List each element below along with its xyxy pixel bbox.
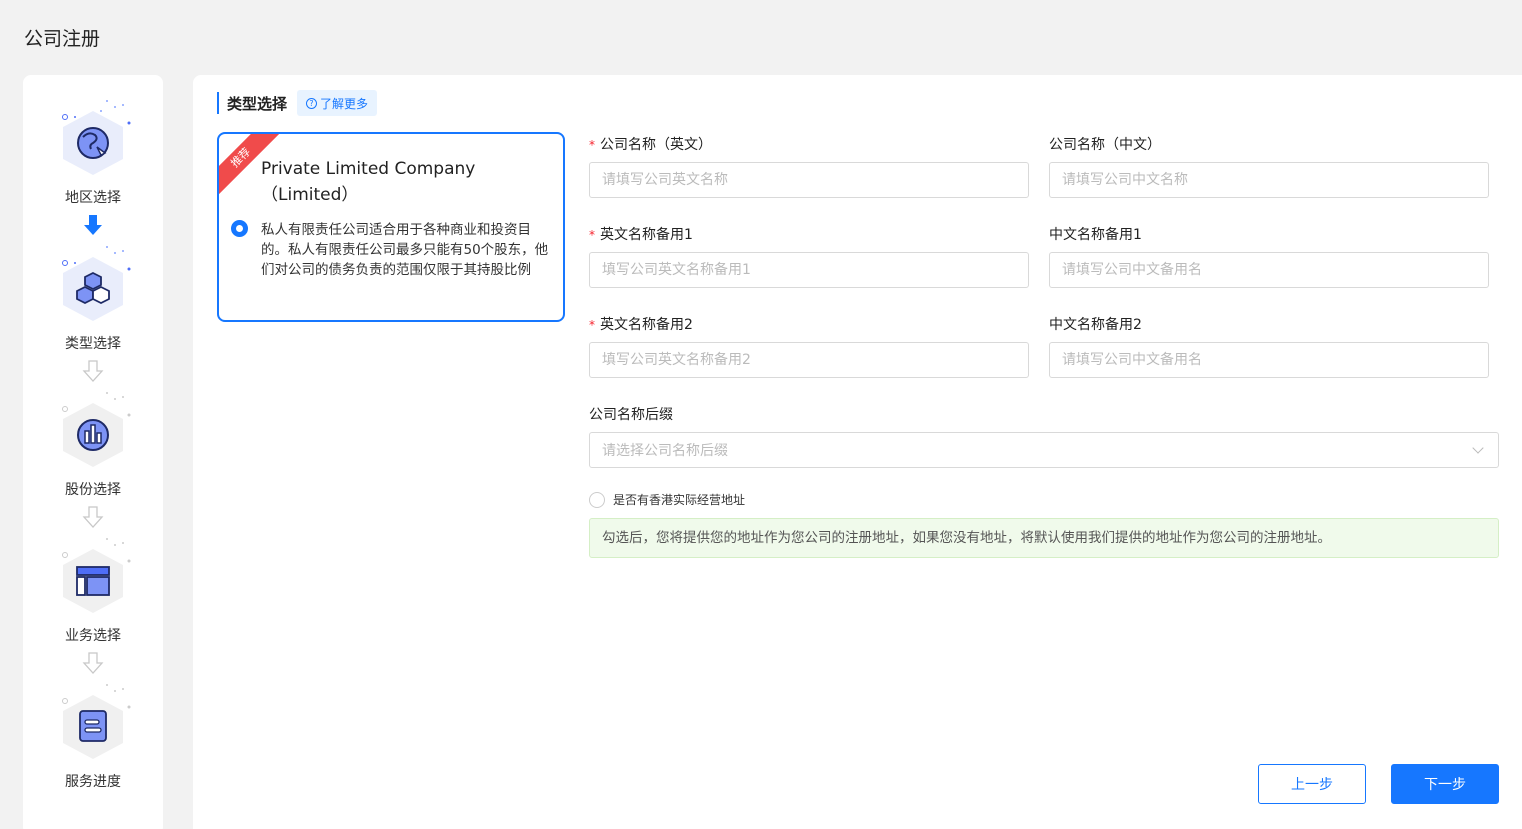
cn-alt1-input[interactable] <box>1049 252 1489 288</box>
company-type-description: 私人有限责任公司适合用于各种商业和投资目的。私人有限责任公司最多只能有50个股东… <box>261 222 549 278</box>
step-label-business: 业务选择 <box>65 628 121 644</box>
cn-alt1-label: 中文名称备用1 <box>1049 227 1142 243</box>
cn-name-input[interactable] <box>1049 162 1489 198</box>
page-title: 公司注册 <box>24 28 101 50</box>
cn-alt2-label: 中文名称备用2 <box>1049 317 1142 333</box>
step-sidebar: 地区选择 类型选择 股份选择 业务选择 服务进度 <box>23 75 163 829</box>
learn-more-button[interactable]: ? 了解更多 <box>297 90 378 116</box>
step-progress[interactable]: 服务进度 <box>23 681 163 791</box>
suffix-placeholder: 请选择公司名称后缀 <box>602 443 728 459</box>
en-name-label-text: 公司名称（英文） <box>600 137 712 153</box>
hk-address-label: 是否有香港实际经营地址 <box>613 493 746 507</box>
en-alt1-input[interactable] <box>589 252 1029 288</box>
required-mark: * <box>589 228 595 242</box>
address-notice: 勾选后，您将提供您的地址作为您公司的注册地址，如果您没有地址，将默认使用我们提供… <box>589 518 1499 558</box>
arrow-down-active-icon <box>84 215 102 235</box>
company-type-title-line1: Private Limited Company <box>261 159 476 179</box>
cn-alt2-input[interactable] <box>1049 342 1489 378</box>
question-icon: ? <box>306 97 318 109</box>
document-icon <box>53 681 133 767</box>
main-panel: 类型选择 ? 了解更多 推荐 Private Limited Company （… <box>193 75 1522 829</box>
en-alt2-label-text: 英文名称备用2 <box>600 317 693 333</box>
next-step-button[interactable]: 下一步 <box>1391 764 1499 804</box>
en-name-input[interactable] <box>589 162 1029 198</box>
en-alt1-label: * 英文名称备用1 <box>589 224 693 244</box>
hk-address-option[interactable]: 是否有香港实际经营地址 <box>589 491 745 508</box>
en-alt2-label: * 英文名称备用2 <box>589 314 693 334</box>
bar-chart-icon <box>53 389 133 475</box>
step-label-region: 地区选择 <box>65 190 121 206</box>
arrow-down-icon <box>82 360 104 382</box>
company-type-title: Private Limited Company （Limited） <box>261 156 475 208</box>
section-title: 类型选择 <box>227 94 288 113</box>
step-region[interactable]: 地区选择 <box>23 97 163 207</box>
hk-address-radio[interactable] <box>589 491 605 508</box>
step-type[interactable]: 类型选择 <box>23 243 163 353</box>
step-label-progress: 服务进度 <box>65 774 121 790</box>
company-type-radio[interactable] <box>231 220 248 237</box>
company-type-card[interactable]: 推荐 Private Limited Company （Limited） 私人有… <box>217 132 565 322</box>
chevron-down-icon <box>1472 442 1484 454</box>
arrow-down-icon <box>82 506 104 528</box>
en-name-label: * 公司名称（英文） <box>589 134 712 154</box>
step-label-shares: 股份选择 <box>65 482 121 498</box>
globe-icon <box>53 97 133 183</box>
suffix-select[interactable]: 请选择公司名称后缀 <box>589 432 1499 468</box>
step-business[interactable]: 业务选择 <box>23 535 163 645</box>
en-alt1-label-text: 英文名称备用1 <box>600 227 693 243</box>
required-mark: * <box>589 318 595 332</box>
suffix-label: 公司名称后缀 <box>589 407 673 423</box>
step-label-type: 类型选择 <box>65 336 121 352</box>
arrow-down-icon <box>82 652 104 674</box>
required-mark: * <box>589 138 595 152</box>
section-header: 类型选择 ? 了解更多 <box>217 90 378 116</box>
layout-icon <box>53 535 133 621</box>
en-alt2-input[interactable] <box>589 342 1029 378</box>
cn-name-label: 公司名称（中文） <box>1049 137 1161 153</box>
learn-more-label: 了解更多 <box>320 96 369 111</box>
hexagons-icon <box>53 243 133 329</box>
company-type-title-line2: （Limited） <box>261 185 359 205</box>
step-shares[interactable]: 股份选择 <box>23 389 163 499</box>
prev-step-button[interactable]: 上一步 <box>1258 764 1366 804</box>
section-accent-bar <box>217 92 219 114</box>
